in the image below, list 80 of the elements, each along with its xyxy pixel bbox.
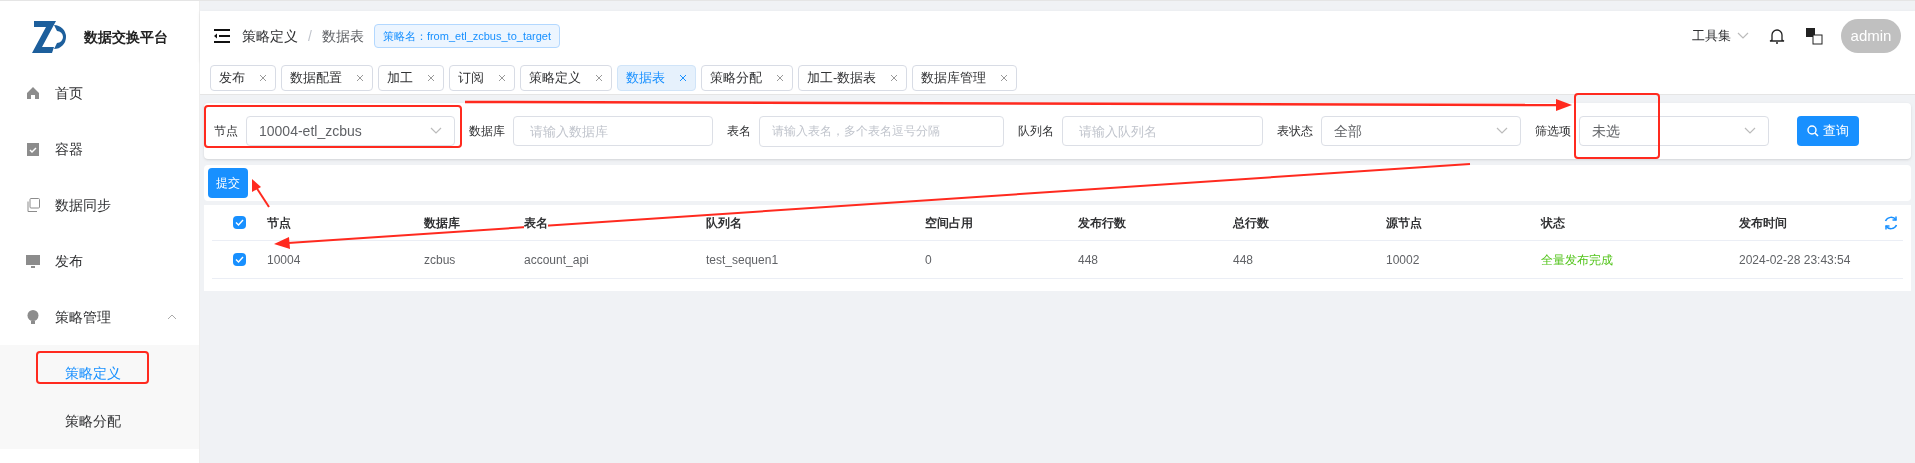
clipboard-icon [25, 141, 41, 157]
checkbox[interactable] [233, 253, 246, 266]
status-text: 全量发布完成 [1541, 251, 1614, 269]
language-icon[interactable] [1805, 27, 1823, 45]
close-icon[interactable] [890, 73, 899, 82]
submenu-item[interactable]: 策略分配 [0, 397, 199, 445]
column-header: 发布时间 [1739, 215, 1787, 230]
tab[interactable]: 数据配置 [281, 64, 373, 91]
table-cell-text: 10004 [267, 251, 302, 269]
filter-label: 表状态 [1277, 123, 1313, 140]
tab[interactable]: 加工-数据表 [798, 64, 908, 91]
tools-menu[interactable]: 工具集 [1692, 26, 1749, 46]
menu-item[interactable]: 策略管理 [0, 289, 199, 345]
chevron-down-icon [430, 127, 442, 135]
close-icon[interactable] [679, 73, 687, 82]
refresh-icon[interactable] [1883, 214, 1899, 231]
filter-label: 节点 [214, 123, 238, 140]
filter-label: 队列名 [1018, 123, 1054, 140]
table-cell-text: test_sequen1 [706, 251, 780, 269]
close-icon[interactable] [498, 73, 506, 82]
chevron-down-icon [1744, 127, 1756, 135]
close-icon[interactable] [356, 73, 364, 82]
checkbox[interactable] [233, 216, 246, 229]
bell-icon[interactable] [1769, 27, 1785, 45]
check-icon [235, 218, 244, 227]
search-icon [1807, 125, 1819, 137]
table-cell-text: account_api [524, 251, 590, 269]
table-cell-text: 2024-02-28 23:43:54 [1739, 251, 1852, 269]
column-header: 数据库 [424, 215, 460, 230]
table-cell-text: 448 [1233, 251, 1255, 269]
menu-item[interactable]: 首页 [0, 65, 199, 121]
column-header: 队列名 [706, 215, 742, 230]
column-header: 空间占用 [925, 215, 973, 230]
close-icon[interactable] [1000, 73, 1009, 82]
menu-item[interactable]: 数据同步 [0, 177, 199, 233]
monitor-icon [25, 253, 41, 269]
column-header: 节点 [267, 215, 291, 230]
bulb-icon [25, 309, 41, 325]
filter-label: 数据库 [469, 123, 505, 140]
close-icon[interactable] [427, 73, 435, 82]
table-cell-text: 0 [925, 251, 933, 269]
breadcrumb-separator: / [308, 26, 312, 46]
strategy-tag: 策略名：from_etl_zcbus_to_target [373, 23, 561, 49]
column-header: 状态 [1541, 215, 1565, 230]
column-header: 源节点 [1386, 215, 1422, 230]
check-icon [235, 255, 244, 264]
annotation-arrow [252, 179, 270, 208]
column-header: 总行数 [1233, 215, 1269, 230]
filter-label: 表名 [727, 123, 751, 140]
close-icon[interactable] [595, 73, 603, 82]
chevron-down-icon [1737, 32, 1749, 40]
table-cell-text: 448 [1078, 251, 1100, 269]
close-icon[interactable] [776, 73, 784, 82]
textarea-field[interactable]: 请输入表名，多个表名逗号分隔 [759, 115, 1004, 147]
copy-icon [25, 197, 41, 213]
input-field[interactable]: 请输入队列名 [1062, 116, 1263, 146]
tab[interactable]: 数据库管理 [912, 64, 1018, 91]
tab[interactable]: 策略分配 [701, 64, 793, 91]
tab[interactable]: 发布 [210, 64, 276, 91]
select-field[interactable]: 未选 [1579, 116, 1769, 146]
tab[interactable]: 订阅 [449, 64, 515, 91]
chevron-down-icon [1496, 127, 1508, 135]
select-field[interactable]: 全部 [1321, 116, 1521, 146]
menu-item[interactable]: 容器 [0, 121, 199, 177]
menu-item[interactable]: 发布 [0, 233, 199, 289]
filter-label: 筛选项 [1535, 123, 1571, 140]
table-cell-text: 10002 [1386, 251, 1421, 269]
column-header: 发布行数 [1078, 215, 1126, 230]
tab[interactable]: 策略定义 [520, 64, 612, 91]
select-field[interactable]: 10004-etl_zcbus [246, 116, 455, 146]
menu-icon[interactable] [214, 29, 230, 43]
app-name: 数据交换平台 [84, 27, 168, 47]
input-field[interactable]: 请输入数据库 [513, 116, 713, 146]
breadcrumb-item[interactable]: 策略定义 [242, 25, 298, 47]
home-icon [25, 85, 41, 101]
table-cell-text: zcbus [424, 251, 457, 269]
column-header: 表名 [524, 215, 548, 230]
tab[interactable]: 加工 [378, 64, 444, 91]
breadcrumb-item: 数据表 [321, 26, 364, 46]
close-icon[interactable] [259, 73, 267, 82]
